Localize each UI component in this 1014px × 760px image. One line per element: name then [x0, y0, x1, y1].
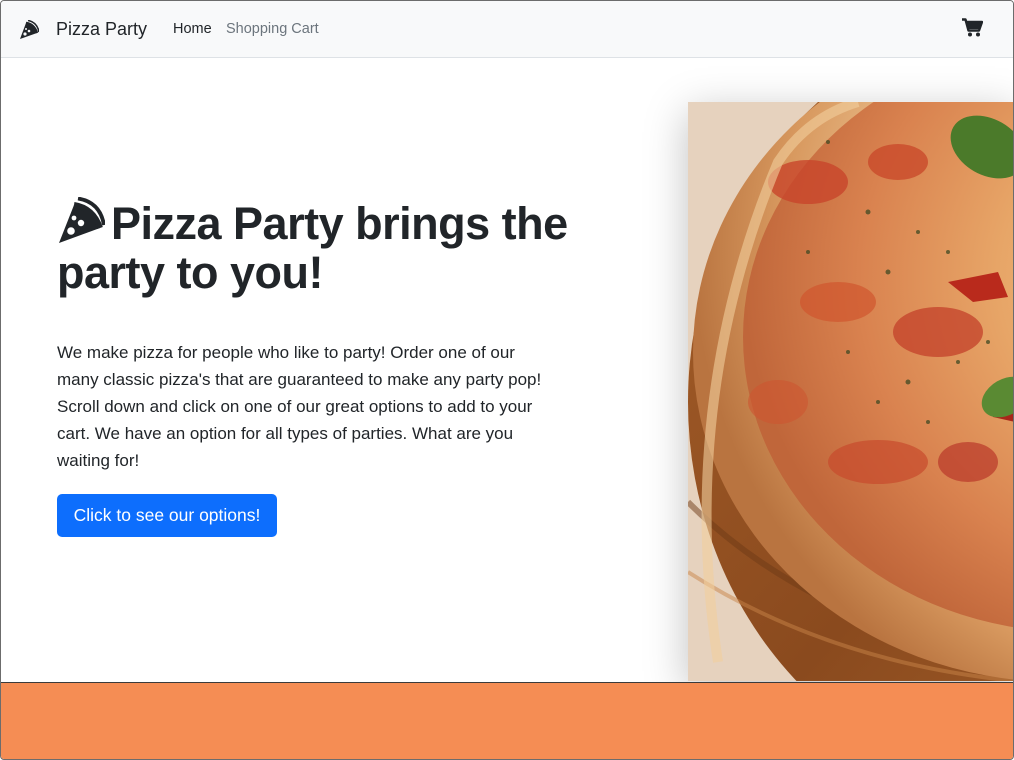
hero-title: Pizza Party brings the party to you!: [57, 196, 577, 297]
brand-name[interactable]: Pizza Party: [56, 19, 147, 40]
pizza-photo: [688, 102, 1013, 681]
see-options-button[interactable]: Click to see our options!: [57, 494, 277, 537]
nav-link-shopping-cart[interactable]: Shopping Cart: [226, 21, 319, 37]
pizza-slice-icon[interactable]: [19, 19, 40, 40]
page-frame: Pizza Party Home Shopping Cart Pizza Par…: [0, 0, 1014, 760]
shopping-cart-icon[interactable]: [962, 18, 984, 37]
pizza-slice-icon: [57, 196, 106, 245]
nav-link-home[interactable]: Home: [173, 21, 212, 37]
hero-title-brand: Pizza Party: [111, 198, 344, 249]
footer-band: [1, 682, 1013, 759]
hero-description: We make pizza for people who like to par…: [57, 343, 542, 470]
navbar: Pizza Party Home Shopping Cart: [1, 1, 1013, 58]
